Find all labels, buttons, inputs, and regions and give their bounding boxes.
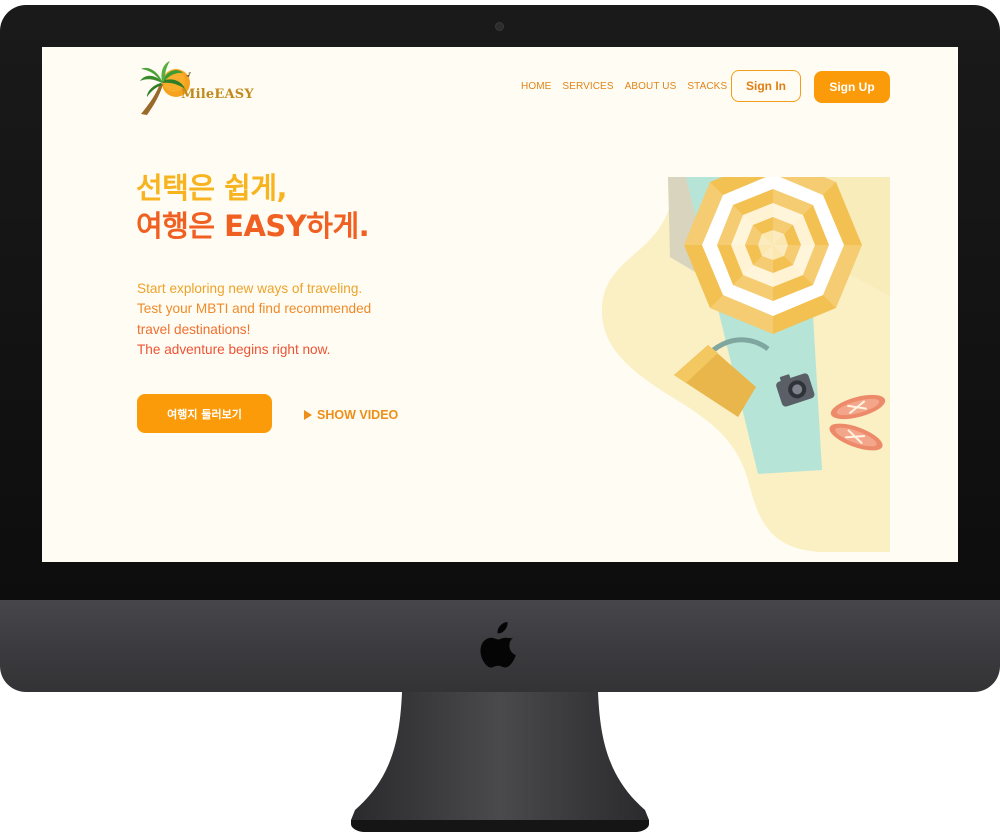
hero-description: Start exploring new ways of traveling. T… xyxy=(137,279,371,360)
nav-home[interactable]: HOME xyxy=(521,81,551,92)
sign-in-button[interactable]: Sign In xyxy=(731,70,801,102)
nav-services[interactable]: SERVICES xyxy=(562,81,613,92)
show-video-label: SHOW VIDEO xyxy=(317,408,399,422)
brand-name: MileEASY xyxy=(181,87,254,102)
monitor-stand xyxy=(351,692,649,832)
headline-line-1: 선택은 쉽게, xyxy=(136,171,288,205)
nav-about-us[interactable]: ABOUT US xyxy=(625,81,677,92)
beach-umbrella-illustration xyxy=(601,177,890,552)
description-line-3: travel destinations! xyxy=(137,321,251,337)
imac-mockup: MileEASY HOME SERVICES ABOUT US STACKS S… xyxy=(0,0,1000,834)
description-line-4: The adventure begins right now. xyxy=(137,341,331,357)
main-nav: HOME SERVICES ABOUT US STACKS xyxy=(521,81,727,92)
description-line-1: Start exploring new ways of traveling. xyxy=(137,281,363,296)
nav-stacks[interactable]: STACKS xyxy=(687,81,727,92)
apple-icon xyxy=(480,622,516,668)
play-icon xyxy=(304,410,312,420)
headline-line-2: 여행은 EASY하게. xyxy=(136,209,370,243)
explore-destinations-button[interactable]: 여행지 둘러보기 xyxy=(137,394,272,433)
camera-icon xyxy=(496,23,503,30)
description-line-2: Test your MBTI and find recommended xyxy=(137,301,372,317)
show-video-link[interactable]: SHOW VIDEO xyxy=(304,408,398,422)
website-screen: MileEASY HOME SERVICES ABOUT US STACKS S… xyxy=(42,47,958,562)
site-logo[interactable]: MileEASY xyxy=(138,59,258,117)
hero-headline: 선택은 쉽게, 여행은 EASY하게. xyxy=(136,169,370,245)
sign-up-button[interactable]: Sign Up xyxy=(814,71,890,103)
